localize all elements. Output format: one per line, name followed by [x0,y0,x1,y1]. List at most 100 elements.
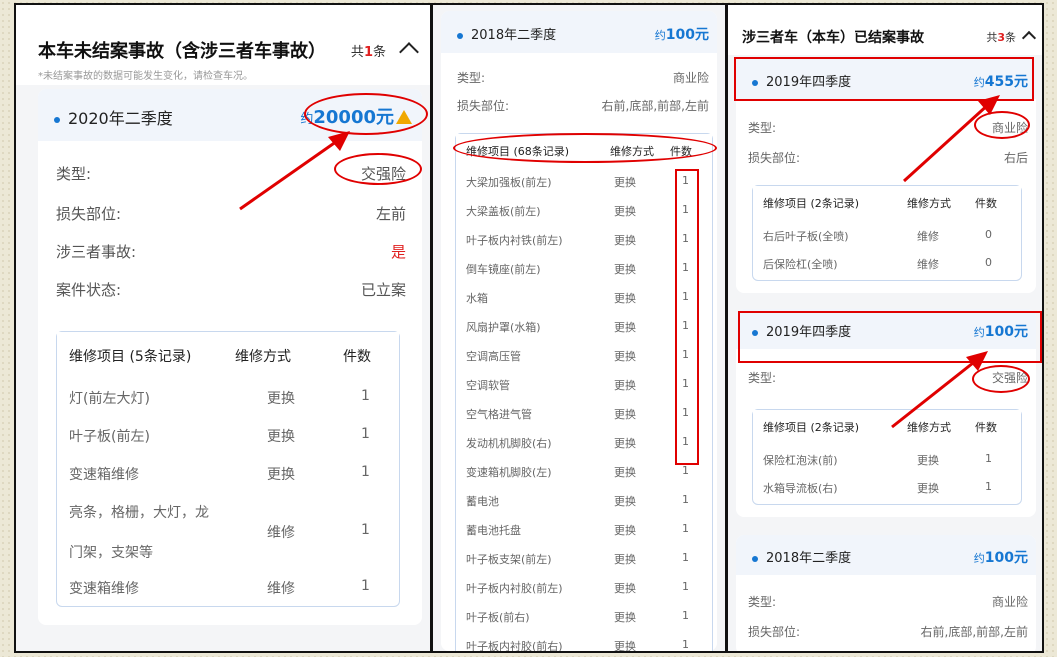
table-row-method: 更换 [614,495,636,508]
table-row-method: 更换 [614,582,636,595]
table-row-item: 空调软管 [466,379,510,392]
col-method: 维修方式 [907,197,951,210]
record-count: 共1条 [350,45,386,60]
accident-amount: 约100元 [973,550,1028,566]
table-row-item: 蓄电池托盘 [466,524,521,537]
settled-accidents-panel: 涉三者车（本车）已结案事故 共3条 2019年四季度 约455元 类型: 商业险… [726,3,1044,653]
repair-table-header: 维修项目 (2条记录) 维修方式 件数 [753,186,1021,216]
type-label: 类型: [748,371,777,385]
accident-amount: 约100元 [654,27,709,43]
chevron-up-icon[interactable] [399,42,419,62]
table-row-method: 更换 [614,292,636,305]
table-row-method: 维修 [267,581,295,597]
table-row-method: 更换 [614,524,636,537]
table-row-count: 1 [682,609,689,622]
table-row-item: 叶子板内衬铁(前左) [466,234,563,247]
table-row-method: 更换 [614,553,636,566]
table-row-item: 变速箱维修 [69,581,139,597]
table-row-method: 更换 [614,408,636,421]
table-row-method: 更换 [614,640,636,653]
table-row-method: 维修 [917,258,939,271]
col-count: 件数 [975,197,997,210]
table-row-item: 空气格进气管 [466,408,532,421]
table-row-method: 更换 [614,176,636,189]
damage-part-value: 右前,底部,前部,左前 [601,99,709,113]
disclaimer-note: *未结案事故的数据可能发生变化，请检查车况。 [38,71,253,82]
chevron-up-icon[interactable] [1021,30,1037,46]
accident-season: 2020年二季度 [54,105,173,129]
table-row-count: 0 [985,256,992,269]
table-row-item: 大梁盖板(前左) [466,205,541,218]
third-party-value: 是 [390,243,406,261]
damage-part-label: 损失部位: [748,151,801,165]
col-count: 件数 [343,349,371,365]
type-value: 商业险 [991,595,1028,609]
type-label: 类型: [457,71,486,85]
table-row-item: 大梁加强板(前左) [466,176,552,189]
type-label: 类型: [748,595,777,609]
table-row-method: 维修 [917,230,939,243]
table-row-item: 叶子板内衬胶(前左) [466,582,563,595]
bullet-icon [457,32,463,39]
table-row-count: 1 [682,638,689,651]
table-row-count: 1 [985,452,992,465]
annotation-arrow [902,95,1000,183]
damage-part-label: 损失部位: [457,99,510,113]
accident-card[interactable]: 2018年二季度 约100元 类型: 商业险 损失部位: 右前,底部,前部,左前 [736,535,1036,651]
unsettled-accidents-panel: 本车未结案事故（含涉三者车事故） 共1条 *未结案事故的数据可能发生变化，请检查… [14,3,432,653]
table-row-item: 变速箱机脚胶(左) [466,466,552,479]
record-count: 共3条 [986,31,1016,44]
table-row-item: 保险杠泡沫(前) [763,454,838,467]
damage-part-label: 损失部位: [748,625,801,639]
table-row-method: 更换 [614,263,636,276]
annotation-oval [453,133,717,163]
table-row-count: 1 [361,426,370,442]
table-row-count: 1 [682,580,689,593]
panel-title: 本车未结案事故（含涉三者车事故） [38,41,326,62]
repair-table: 维修项目 (5条记录) 维修方式 件数 灯(前左大灯) 更换 1 叶子板(前左)… [56,331,400,607]
table-row-item: 水箱 [466,292,488,305]
accident-card-header: 2018年二季度 约100元 [736,535,1036,575]
table-row-count: 1 [985,480,992,493]
panel-header: 涉三者车（本车）已结案事故 共3条 [728,5,1042,55]
case-status-value: 已立案 [360,281,406,299]
col-item: 维修项目 (2条记录) [763,421,860,434]
annotation-arrow [891,351,988,429]
table-row-method: 更换 [614,379,636,392]
table-row-method: 更换 [267,391,295,407]
table-row-count: 1 [361,388,370,404]
table-row-item: 后保险杠(全喷) [763,258,838,271]
type-value: 商业险 [672,71,709,85]
table-row-item: 亮条，格栅，大灯，龙 [69,505,209,521]
table-row-method: 更换 [614,234,636,247]
table-row-count: 1 [682,522,689,535]
table-row-item: 叶子板内衬胶(前右) [466,640,563,653]
bullet-icon [54,116,60,123]
col-method: 维修方式 [235,349,291,365]
table-row-method: 维修 [267,525,295,541]
table-row-method: 更换 [614,611,636,624]
table-row-count: 1 [361,522,370,538]
table-row-item: 叶子板(前左) [69,429,150,445]
table-row-item: 风扇护罩(水箱) [466,321,541,334]
bullet-icon [752,555,758,562]
damage-part-value: 右前,底部,前部,左前 [920,625,1028,639]
damage-part-value: 左前 [375,205,406,223]
table-row-method: 更换 [614,350,636,363]
table-row-item: 发动机机脚胶(右) [466,437,552,450]
annotation-arrow [239,131,350,211]
table-row-item: 叶子板(前右) [466,611,530,624]
accident-season: 2018年二季度 [752,547,851,566]
case-status-label: 案件状态: [56,281,122,299]
table-row-item: 变速箱维修 [69,467,139,483]
panel-title: 涉三者车（本车）已结案事故 [742,30,924,46]
table-row-method: 更换 [917,454,939,467]
table-row-method: 更换 [614,466,636,479]
repair-table-header: 维修项目 (5条记录) 维修方式 件数 [57,332,399,376]
type-label: 类型: [56,165,92,183]
table-row-method: 更换 [614,205,636,218]
table-row-item: 灯(前左大灯) [69,391,150,407]
table-row-item: 水箱导流板(右) [763,482,838,495]
table-row-item: 右后叶子板(全喷) [763,230,849,243]
table-row-count: 1 [361,578,370,594]
